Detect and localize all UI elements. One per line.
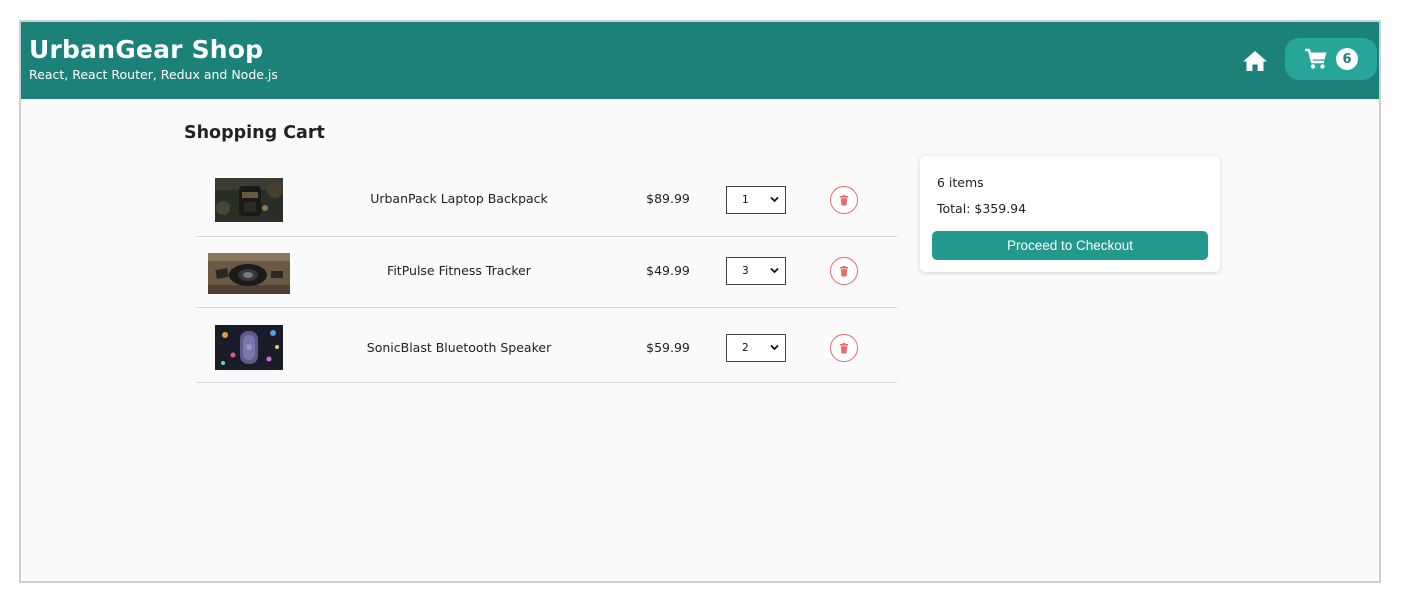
speaker-image [215, 325, 283, 370]
delete-button[interactable] [830, 186, 858, 214]
home-button[interactable] [1240, 46, 1270, 76]
quantity-value: 1 [742, 194, 749, 206]
product-price: $89.99 [646, 191, 690, 206]
trash-icon [840, 265, 848, 276]
quantity-value: 3 [742, 265, 749, 277]
cart-button[interactable]: 6 [1285, 38, 1377, 80]
cart-row: UrbanPack Laptop Backpack $89.99 1 [197, 163, 897, 237]
trash-icon [840, 342, 848, 353]
app-header: UrbanGear Shop React, React Router, Redu… [21, 22, 1379, 99]
trash-icon [840, 194, 848, 205]
backpack-image [215, 178, 283, 222]
cart-list: UrbanPack Laptop Backpack $89.99 1 FitPu… [197, 163, 897, 383]
product-name[interactable]: SonicBlast Bluetooth Speaker [337, 340, 581, 355]
cart-row: SonicBlast Bluetooth Speaker $59.99 2 [197, 308, 897, 383]
chevron-down-icon [770, 267, 779, 274]
cart-icon [1305, 48, 1327, 69]
cart-count-badge: 6 [1336, 48, 1358, 70]
product-price: $49.99 [646, 263, 690, 278]
app-subtitle: React, React Router, Redux and Node.js [29, 67, 278, 82]
product-image[interactable] [215, 325, 283, 370]
product-price: $59.99 [646, 340, 690, 355]
product-name[interactable]: UrbanPack Laptop Backpack [337, 191, 581, 206]
quantity-select[interactable]: 3 [726, 257, 786, 285]
app-window: UrbanGear Shop React, React Router, Redu… [19, 20, 1381, 583]
product-image[interactable] [208, 253, 290, 294]
delete-button[interactable] [830, 257, 858, 285]
quantity-select[interactable]: 2 [726, 334, 786, 362]
delete-button[interactable] [830, 334, 858, 362]
checkout-button[interactable]: Proceed to Checkout [932, 231, 1208, 260]
product-name[interactable]: FitPulse Fitness Tracker [337, 263, 581, 278]
fitness-tracker-image [208, 253, 290, 294]
page-title: Shopping Cart [184, 123, 325, 143]
order-total: Total: $359.94 [937, 201, 1027, 216]
cart-row: FitPulse Fitness Tracker $49.99 3 [197, 237, 897, 308]
app-title[interactable]: UrbanGear Shop [29, 35, 263, 64]
quantity-value: 2 [742, 342, 749, 354]
chevron-down-icon [770, 196, 779, 203]
home-icon [1243, 51, 1267, 71]
chevron-down-icon [770, 344, 779, 351]
order-summary-card: 6 items Total: $359.94 Proceed to Checko… [920, 156, 1220, 272]
items-count: 6 items [937, 175, 984, 190]
quantity-select[interactable]: 1 [726, 186, 786, 214]
product-image[interactable] [215, 178, 283, 222]
